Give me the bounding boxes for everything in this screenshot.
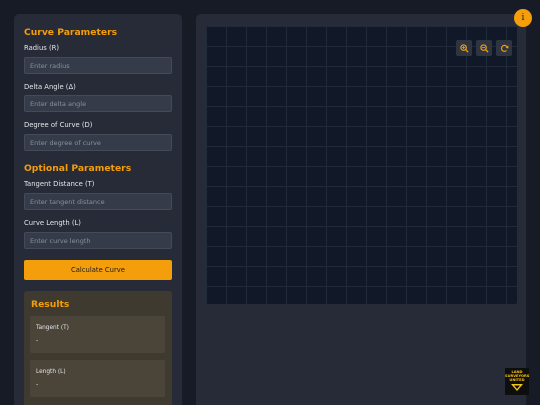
logo-mark-icon xyxy=(511,384,523,391)
degree-of-curve-input[interactable] xyxy=(24,134,172,151)
curve-canvas[interactable] xyxy=(206,26,517,304)
length-result-value: - xyxy=(36,380,39,388)
curve-length-label: Curve Length (L) xyxy=(24,219,81,227)
visualization-panel xyxy=(196,14,526,405)
radius-label: Radius (R) xyxy=(24,44,59,52)
tangent-distance-label: Tangent Distance (T) xyxy=(24,180,95,188)
reset-view-button[interactable] xyxy=(496,40,512,56)
tangent-result-value: - xyxy=(36,336,39,344)
results-title: Results xyxy=(31,299,70,310)
curve-parameters-title: Curve Parameters xyxy=(24,27,118,38)
calculate-curve-button[interactable]: Calculate Curve xyxy=(24,260,172,280)
land-surveyors-united-logo: LAND SURVEYORS UNITED xyxy=(505,368,529,395)
parameters-panel: Curve Parameters Radius (R) Delta Angle … xyxy=(14,14,182,405)
zoom-in-button[interactable] xyxy=(456,40,472,56)
optional-parameters-title: Optional Parameters xyxy=(24,163,132,174)
tangent-result-label: Tangent (T) xyxy=(36,325,69,331)
length-result-label: Length (L) xyxy=(36,369,66,375)
tangent-distance-input[interactable] xyxy=(24,193,172,210)
tangent-result-card: Tangent (T) - xyxy=(30,316,165,353)
radius-input[interactable] xyxy=(24,57,172,74)
reset-icon xyxy=(500,44,508,52)
results-panel: Results Tangent (T) - Length (L) - xyxy=(24,291,172,405)
delta-angle-label: Delta Angle (Δ) xyxy=(24,83,76,91)
delta-angle-input[interactable] xyxy=(24,95,172,112)
zoom-out-icon xyxy=(479,43,489,53)
zoom-out-button[interactable] xyxy=(476,40,492,56)
curve-length-input[interactable] xyxy=(24,232,172,249)
degree-of-curve-label: Degree of Curve (D) xyxy=(24,121,93,129)
length-result-card: Length (L) - xyxy=(30,360,165,397)
info-button[interactable]: i xyxy=(514,9,532,27)
logo-line-3: UNITED xyxy=(509,378,525,382)
zoom-in-icon xyxy=(459,43,469,53)
